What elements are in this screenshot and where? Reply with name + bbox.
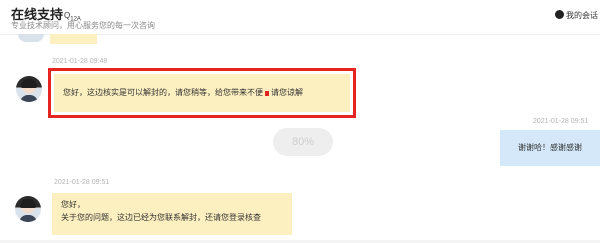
user-message-bubble: 谢谢哈！感谢感谢: [500, 130, 600, 166]
message-text: 谢谢哈！感谢感谢: [518, 143, 582, 152]
agent-avatar: [15, 196, 41, 222]
progress-pill: 80%: [273, 128, 333, 156]
chat-header: 在线支持Q12A 专业技术顾问，用心服务您的每一次咨询 我的会话: [0, 0, 600, 35]
message-text: 关于您的问题，这边已经为您联系解封，还请您登录核查: [61, 213, 261, 222]
my-session-label: 我的会话: [566, 11, 598, 20]
message-timestamp: 2021-01-28 09:51: [54, 179, 110, 186]
message-text: 您好，: [61, 200, 85, 209]
page-subtitle: 专业技术顾问，用心服务您的每一次咨询: [11, 21, 155, 30]
agent-message-bubble: 您好， 关于您的问题，这边已经为您联系解封，还请您登录核查: [52, 193, 292, 235]
message-timestamp: 2021-01-28 09:48: [52, 58, 108, 65]
agent-avatar: [16, 76, 42, 102]
avatar: [18, 34, 44, 42]
message-timestamp: 2021-01-28 09:51: [533, 118, 589, 125]
my-session-button[interactable]: 我的会话: [555, 10, 598, 21]
chat-bubble-icon: [555, 10, 564, 19]
message-bubble-partial: [50, 34, 97, 44]
highlight-box: [48, 68, 356, 118]
brand: 在线支持Q12A 专业技术顾问，用心服务您的每一次咨询: [11, 4, 155, 30]
